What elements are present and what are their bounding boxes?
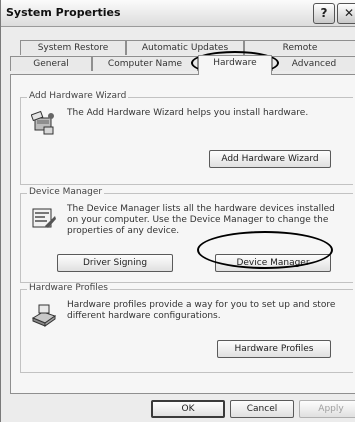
driver-signing-button[interactable]: Driver Signing [57,254,173,272]
title-bar[interactable]: System Properties ? ✕ [1,0,355,27]
tab-computer-name[interactable]: Computer Name [92,56,198,71]
window-title: System Properties [6,6,121,19]
ok-button[interactable]: OK [151,400,225,418]
hardware-profiles-button[interactable]: Hardware Profiles [217,340,331,358]
device-manager-button[interactable]: Device Manager [215,254,331,272]
device-manager-legend: Device Manager [27,187,105,197]
device-manager-icon [32,208,56,228]
system-properties-window: System Properties ? ✕ System Restore Aut… [0,0,355,422]
hardware-tab-panel: Add Hardware Wizard The Add Hardware Wiz… [10,74,355,394]
tab-advanced[interactable]: Advanced [272,56,355,71]
hardware-profiles-group: Hardware Profiles Hardware profiles prov… [20,283,353,373]
add-hardware-wizard-button[interactable]: Add Hardware Wizard [209,150,331,168]
hardware-profiles-description: Hardware profiles provide a way for you … [67,300,336,321]
tab-automatic-updates[interactable]: Automatic Updates [126,40,244,55]
apply-button[interactable]: Apply [299,400,355,418]
help-button[interactable]: ? [313,3,335,24]
hardware-profiles-icon [31,304,57,327]
tab-general[interactable]: General [10,56,92,71]
tab-system-restore[interactable]: System Restore [20,40,126,55]
close-button[interactable]: ✕ [337,3,355,24]
device-manager-group: Device Manager The Device Manager lists … [20,187,353,283]
add-hardware-icon [31,110,54,135]
tab-remote[interactable]: Remote [244,40,355,55]
device-manager-description: The Device Manager lists all the hardwar… [67,204,335,236]
add-hardware-legend: Add Hardware Wizard [27,91,129,101]
cancel-button[interactable]: Cancel [230,400,294,418]
add-hardware-group: Add Hardware Wizard The Add Hardware Wiz… [20,91,353,185]
tab-hardware[interactable]: Hardware [198,55,272,75]
add-hardware-description: The Add Hardware Wizard helps you instal… [67,108,309,118]
hardware-profiles-legend: Hardware Profiles [27,283,110,293]
